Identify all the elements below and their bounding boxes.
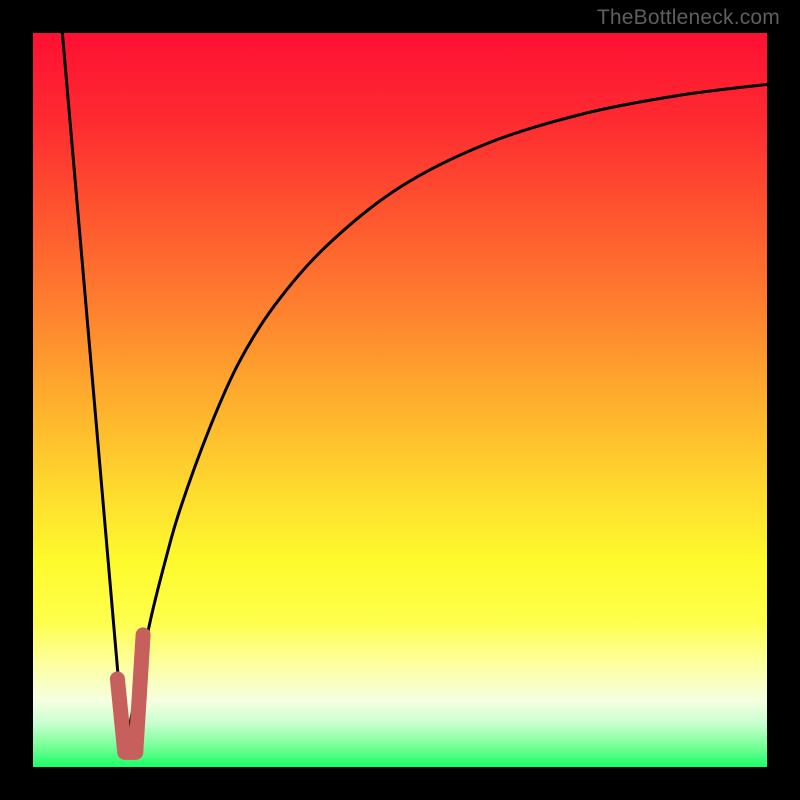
plot-area [33,33,767,767]
marker-selected-region [117,635,143,752]
curve-right-branch [125,84,767,752]
chart-frame: TheBottleneck.com [0,0,800,800]
chart-curves [33,33,767,767]
watermark-text: TheBottleneck.com [597,6,780,30]
curve-left-branch [62,33,124,752]
